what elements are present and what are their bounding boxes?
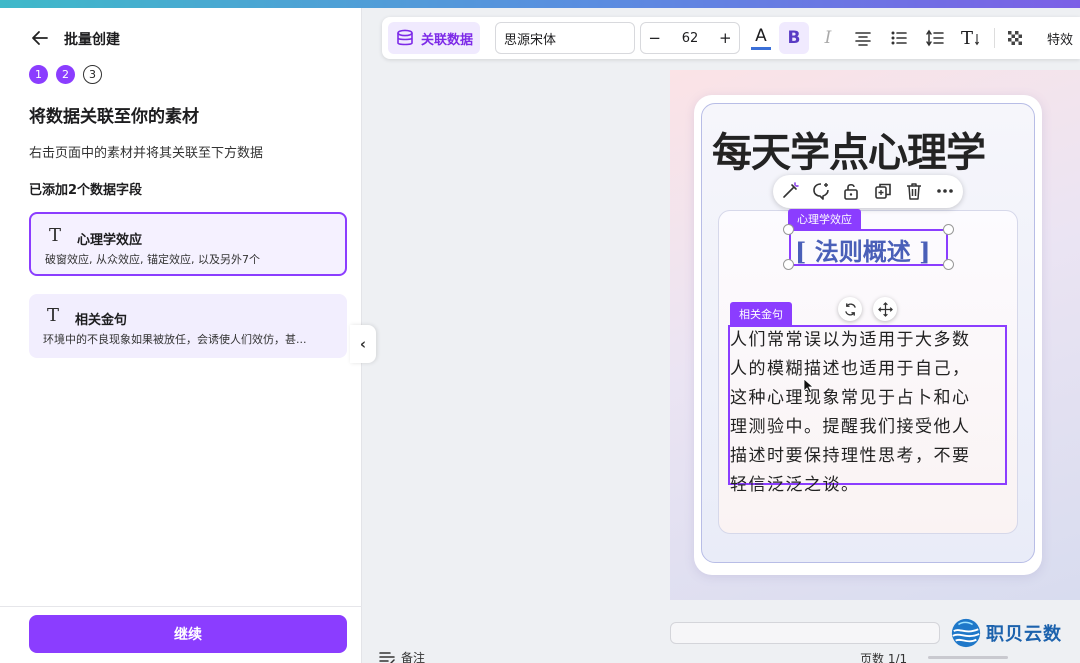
quote-line: 理测验中。提醒我们接受他人 [730, 417, 971, 437]
section-title: 将数据关联至你的素材 [29, 107, 199, 127]
quote-line: 描述时要保持理性思考，不要 [730, 446, 971, 466]
panel-title: 批量创建 [64, 32, 120, 48]
law-text[interactable]: [ 法则概述 ] [795, 232, 930, 267]
watermark-logo: 职贝云数 [950, 617, 1062, 649]
link-data-label: 关联数据 [420, 32, 473, 48]
link-data-button[interactable]: 关联数据 [388, 22, 480, 54]
page-count[interactable]: 页数 1/1 [860, 650, 907, 663]
field-name: 相关金句 [75, 313, 128, 328]
data-tag-effect: 心理学效应 [788, 209, 861, 229]
move-icon[interactable] [873, 297, 897, 321]
font-size-value[interactable]: 62 [668, 31, 711, 46]
zoom-slider[interactable] [928, 656, 1008, 659]
duplicate-icon[interactable] [873, 181, 893, 201]
effects-button[interactable]: 特效 [1047, 22, 1080, 54]
rotate-icon[interactable] [838, 297, 862, 321]
font-size-decrease[interactable]: − [641, 29, 668, 47]
trash-icon[interactable] [904, 181, 924, 201]
toolbar-divider [994, 28, 995, 48]
top-gradient-strip [0, 0, 1080, 8]
quote-line: 人们常常误以为适用于大多数 [730, 330, 971, 350]
collapse-panel-button[interactable]: ‹ [350, 325, 376, 363]
resize-handle-tl[interactable] [783, 224, 794, 235]
field-values: 破窗效应, 从众效应, 锚定效应, 以及另外7个 [45, 253, 260, 266]
more-options-icon[interactable] [935, 181, 955, 201]
quote-line: 轻信泛泛之谈。 [730, 475, 860, 495]
data-tag-quote: 相关金句 [730, 302, 792, 325]
footer-divider [0, 606, 362, 607]
chevron-left-icon: ‹ [359, 335, 367, 353]
data-field-card-effect[interactable]: T 心理学效应 破窗效应, 从众效应, 锚定效应, 以及另外7个 [29, 212, 347, 276]
field-name: 心理学效应 [77, 233, 143, 248]
step-1: 1 [29, 65, 48, 84]
watermark-text: 职贝云数 [986, 624, 1062, 645]
bold-button[interactable]: B [779, 22, 809, 54]
font-size-increase[interactable]: + [712, 29, 739, 47]
continue-button[interactable]: 继续 [29, 615, 347, 653]
resize-handle-tr[interactable] [943, 224, 954, 235]
resize-handle-br[interactable] [943, 259, 954, 270]
step-2: 2 [56, 65, 75, 84]
field-values: 环境中的不良现象如果被放任，会诱使人们效仿，甚... [43, 333, 307, 346]
font-family-select[interactable]: 思源宋体 [495, 22, 635, 54]
bullet-list-icon[interactable] [884, 22, 914, 54]
quote-text[interactable]: 人们常常误以为适用于大多数 人的模糊描述也适用于自己， 这种心理现象常见于占卜和… [730, 326, 1004, 500]
back-arrow-icon[interactable] [30, 28, 50, 48]
transparency-icon[interactable] [1001, 22, 1029, 54]
text-effects-glyph: T [960, 27, 973, 49]
quote-line: 人的模糊描述也适用于自己， [730, 359, 971, 379]
resize-handle-bl[interactable] [783, 259, 794, 270]
quote-line: 这种心理现象常见于占卜和心 [730, 388, 971, 408]
line-spacing-icon[interactable] [920, 22, 950, 54]
notes-label: 备注 [401, 651, 426, 663]
text-field-icon: T [47, 305, 60, 326]
text-color-button[interactable]: A [746, 22, 776, 54]
font-size-stepper: − 62 + [640, 22, 740, 54]
added-fields-count: 已添加2个数据字段 [29, 183, 143, 198]
text-effects-icon[interactable]: T [955, 22, 987, 54]
text-field-icon: T [49, 225, 62, 246]
unlock-icon[interactable] [841, 181, 861, 201]
watermark-globe-icon [951, 618, 981, 648]
text-color-swatch [751, 47, 771, 50]
notes-icon [379, 651, 395, 663]
design-title[interactable]: 每天学点心理学 [712, 120, 1032, 178]
comment-add-icon[interactable] [811, 181, 831, 201]
section-description: 右击页面中的素材并将其关联至下方数据 [29, 146, 264, 161]
text-toolbar: 关联数据 思源宋体 − 62 + A B I T 特效 [382, 17, 1080, 59]
step-3: 3 [83, 65, 102, 84]
database-icon [397, 29, 413, 46]
magic-edit-icon[interactable] [780, 181, 800, 201]
data-field-card-quote[interactable]: T 相关金句 环境中的不良现象如果被放任，会诱使人们效仿，甚... [29, 294, 347, 358]
bulk-create-panel: 批量创建 1 2 3 将数据关联至你的素材 右击页面中的素材并将其关联至下方数据… [0, 8, 362, 663]
align-center-icon[interactable] [848, 22, 878, 54]
text-color-glyph: A [755, 26, 767, 46]
notes-button[interactable]: 备注 [379, 649, 425, 663]
mouse-cursor-icon [803, 378, 815, 394]
italic-button[interactable]: I [814, 22, 842, 54]
element-quick-actions [773, 175, 963, 208]
step-indicator: 1 2 3 [29, 65, 102, 84]
